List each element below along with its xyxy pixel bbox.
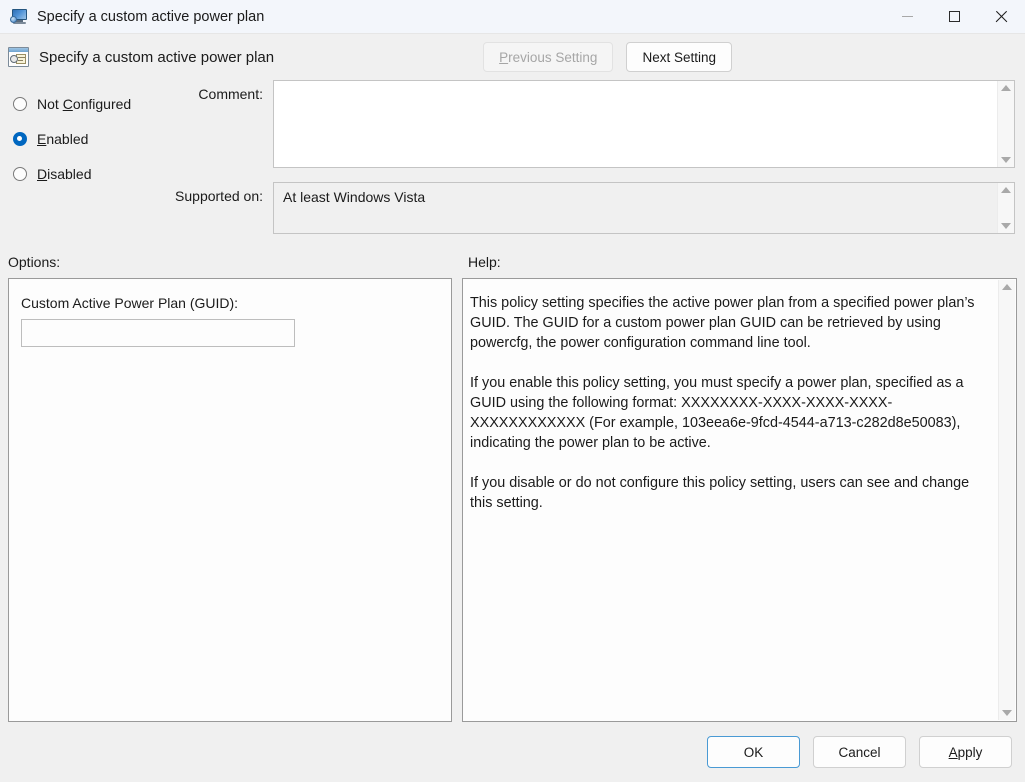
options-panel: Custom Active Power Plan (GUID):: [8, 278, 452, 722]
help-paragraph: This policy setting specifies the active…: [470, 293, 992, 353]
guid-field-label: Custom Active Power Plan (GUID):: [21, 295, 439, 311]
setting-navigation: Previous Setting Next Setting: [483, 42, 732, 72]
previous-setting-button[interactable]: Previous Setting: [483, 42, 613, 72]
computer-monitor-icon: [10, 9, 28, 25]
state-and-metadata-section: Not Configured Enabled Disabled Comment:: [0, 80, 1025, 246]
supported-on-label: Supported on:: [163, 182, 273, 234]
scroll-down-icon[interactable]: [1001, 223, 1011, 229]
metadata-fields: Comment: Supported on: At least Windows …: [163, 80, 1025, 246]
radio-not-configured-label: Not Configured: [37, 96, 131, 112]
radio-disabled-indicator: [13, 167, 27, 181]
previous-setting-accel: P: [499, 50, 508, 65]
scroll-up-icon[interactable]: [1002, 284, 1012, 290]
help-paragraph: If you enable this policy setting, you m…: [470, 373, 992, 453]
help-scrollbar[interactable]: [998, 280, 1015, 720]
title-bar: Specify a custom active power plan: [0, 0, 1025, 34]
window-controls: [884, 0, 1025, 34]
comment-row: Comment:: [163, 80, 1025, 168]
window-title: Specify a custom active power plan: [37, 9, 884, 25]
ok-button[interactable]: OK: [707, 736, 800, 768]
radio-disabled[interactable]: Disabled: [13, 156, 163, 191]
close-icon: [995, 10, 1008, 23]
radio-enabled-indicator: [13, 132, 27, 146]
comment-input[interactable]: [273, 80, 1015, 168]
radio-not-configured-indicator: [13, 97, 27, 111]
close-button[interactable]: [978, 0, 1025, 34]
comment-field-wrap: [273, 80, 1015, 168]
next-setting-label: Next Setting: [642, 50, 716, 65]
ok-label: OK: [744, 745, 764, 760]
policy-setting-dialog: Specify a custom active power plan Speci…: [0, 0, 1025, 782]
policy-header: Specify a custom active power plan Previ…: [0, 34, 1025, 80]
help-paragraph: If you disable or do not configure this …: [470, 473, 992, 513]
help-text: This policy setting specifies the active…: [470, 293, 996, 513]
scroll-up-icon[interactable]: [1001, 85, 1011, 91]
minimize-icon: [902, 16, 913, 17]
comment-scrollbar[interactable]: [997, 81, 1014, 167]
panel-headers: Options: Help:: [0, 246, 1025, 278]
supported-on-field-wrap: At least Windows Vista: [273, 182, 1015, 234]
guid-input[interactable]: [21, 319, 295, 347]
supported-on-value: At least Windows Vista: [273, 182, 1015, 234]
policy-setting-icon: [8, 47, 29, 67]
policy-state-radiogroup: Not Configured Enabled Disabled: [0, 80, 163, 246]
radio-enabled[interactable]: Enabled: [13, 121, 163, 156]
panels-section: Custom Active Power Plan (GUID): This po…: [0, 278, 1025, 722]
apply-label: Apply: [949, 745, 983, 760]
dialog-footer: OK Cancel Apply: [0, 722, 1025, 782]
radio-enabled-label: Enabled: [37, 131, 88, 147]
options-header: Options:: [8, 254, 468, 270]
scroll-up-icon[interactable]: [1001, 187, 1011, 193]
radio-not-configured[interactable]: Not Configured: [13, 86, 163, 121]
help-header: Help:: [468, 254, 501, 270]
cancel-label: Cancel: [838, 745, 880, 760]
radio-disabled-label: Disabled: [37, 166, 92, 182]
supported-on-scrollbar[interactable]: [997, 183, 1014, 233]
maximize-button[interactable]: [931, 0, 978, 34]
scroll-down-icon[interactable]: [1002, 710, 1012, 716]
cancel-button[interactable]: Cancel: [813, 736, 906, 768]
previous-setting-label: revious Setting: [508, 50, 597, 65]
policy-title: Specify a custom active power plan: [39, 49, 483, 66]
minimize-button[interactable]: [884, 0, 931, 34]
help-panel: This policy setting specifies the active…: [462, 278, 1017, 722]
maximize-icon: [949, 11, 960, 22]
comment-label: Comment:: [163, 80, 273, 168]
scroll-down-icon[interactable]: [1001, 157, 1011, 163]
next-setting-button[interactable]: Next Setting: [626, 42, 732, 72]
supported-on-row: Supported on: At least Windows Vista: [163, 182, 1025, 234]
apply-button[interactable]: Apply: [919, 736, 1012, 768]
